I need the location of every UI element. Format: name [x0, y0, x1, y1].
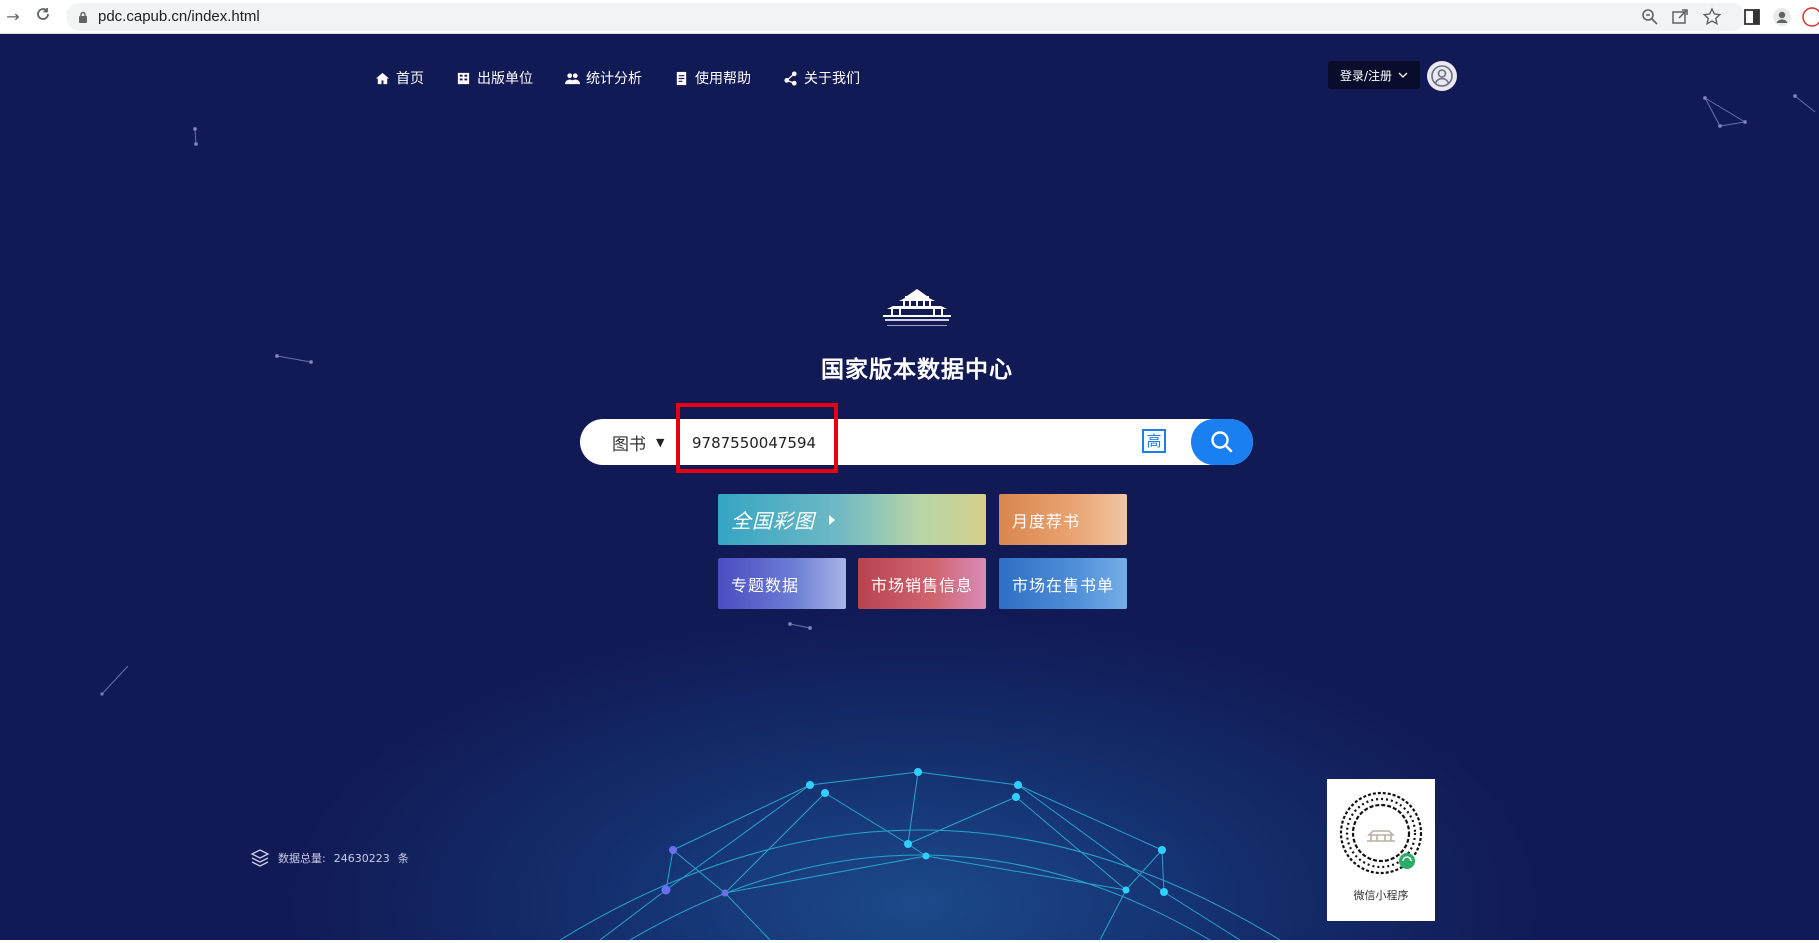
nav-statistics[interactable]: 统计分析 [565, 66, 642, 90]
market-sales-tile[interactable]: 市场销售信息 [858, 558, 986, 609]
zoom-icon[interactable] [1640, 7, 1660, 27]
profile-icon[interactable] [1772, 7, 1792, 27]
data-total-count: 24630223 [333, 851, 390, 865]
market-sales-label: 市场销售信息 [871, 575, 974, 595]
nav-publishers-label: 出版单位 [477, 71, 533, 87]
url-text[interactable]: pdc.capub.cn/index.html [98, 8, 260, 25]
address-bar[interactable]: pdc.capub.cn/index.html [66, 3, 1746, 31]
layers-icon [250, 849, 270, 867]
share-icon [784, 70, 797, 86]
advanced-search-button[interactable]: 高 [1142, 429, 1166, 453]
reload-icon[interactable] [32, 6, 54, 28]
mini-program-qr-card[interactable]: 微信小程序 [1327, 779, 1435, 921]
nav-help-label: 使用帮助 [695, 71, 751, 87]
monthly-recommend-tile[interactable]: 月度荐书 [999, 494, 1127, 545]
users-icon [565, 72, 580, 84]
avatar[interactable] [1427, 61, 1457, 91]
market-onsale-label: 市场在售书单 [1012, 575, 1115, 595]
search-type-label: 图书 [612, 434, 646, 455]
data-total-unit: 条 [397, 852, 409, 865]
globe-network-decoration [559, 768, 1281, 940]
mini-program-label: 微信小程序 [1353, 889, 1409, 902]
nav-home-label: 首页 [396, 71, 424, 87]
topic-data-tile[interactable]: 专题数据 [718, 558, 846, 609]
national-map-label: 全国彩图 [731, 509, 815, 533]
market-onsale-tile[interactable]: 市场在售书单 [999, 558, 1127, 609]
home-icon [375, 72, 390, 84]
topic-data-label: 专题数据 [731, 575, 800, 595]
share-page-icon[interactable] [1670, 7, 1690, 27]
chevron-down-icon [1398, 72, 1408, 78]
play-arrow-icon [829, 514, 835, 525]
search-button[interactable] [1191, 419, 1253, 465]
login-register-label: 登录/注册 [1339, 68, 1393, 83]
browser-toolbar: → pdc.capub.cn/index.html [0, 0, 1819, 34]
search-input[interactable] [690, 427, 1114, 459]
monthly-recommend-label: 月度荐书 [1012, 511, 1081, 531]
search-bar: 图书 ▼ 高 [580, 419, 1253, 465]
nav-about[interactable]: 关于我们 [783, 66, 860, 90]
search-type-select[interactable]: 图书 ▼ [612, 419, 664, 465]
login-register-button[interactable]: 登录/注册 [1328, 61, 1420, 89]
dropdown-caret-icon: ▼ [656, 435, 665, 449]
search-icon [1211, 431, 1233, 453]
qr-code-icon [1339, 791, 1423, 875]
data-total-label: 数据总量: [278, 852, 326, 865]
lock-icon [79, 11, 87, 23]
nav-statistics-label: 统计分析 [586, 71, 642, 87]
nav-publishers[interactable]: 出版单位 [456, 66, 533, 90]
national-map-tile[interactable]: 全国彩图 [718, 494, 986, 545]
side-panel-icon[interactable] [1742, 7, 1762, 27]
forward-icon[interactable]: → [2, 6, 24, 28]
data-total-stats: 数据总量: 24630223 条 [250, 848, 409, 868]
nav-home[interactable]: 首页 [375, 66, 424, 90]
building-icon [457, 72, 470, 84]
page-title: 国家版本数据中心 [821, 357, 1013, 383]
nav-help[interactable]: 使用帮助 [674, 66, 751, 90]
nav-about-label: 关于我们 [804, 71, 860, 87]
extension-badge-icon[interactable] [1800, 7, 1819, 27]
user-avatar-icon [1428, 62, 1456, 90]
bookmark-star-icon[interactable] [1702, 7, 1722, 27]
document-icon [676, 71, 687, 85]
main-nav: 首页 出版单位 统计分析 使用帮助 关于我们 [375, 66, 860, 90]
library-building-logo [883, 289, 951, 326]
